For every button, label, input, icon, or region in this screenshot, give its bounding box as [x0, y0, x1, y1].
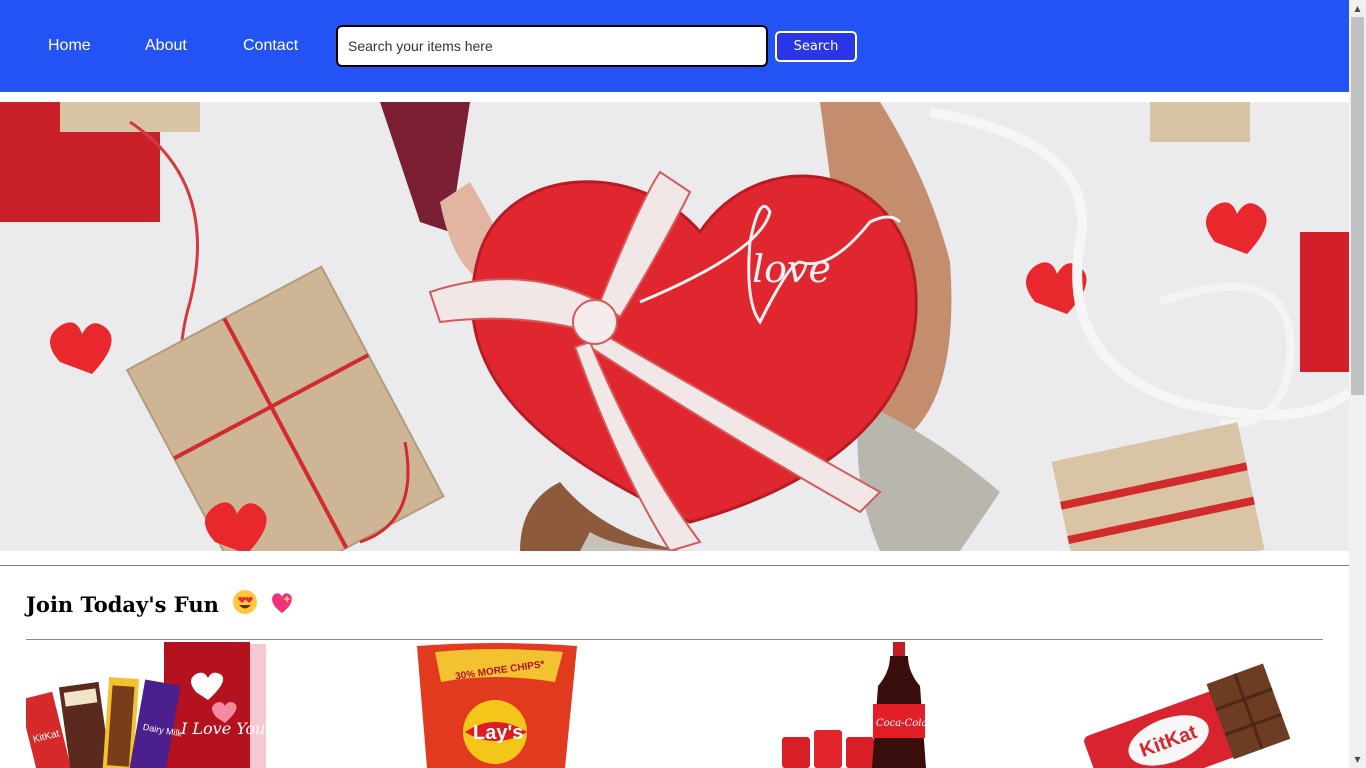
hero-love-text: love — [752, 247, 831, 291]
scrollbar-thumb[interactable] — [1351, 17, 1364, 395]
coca-cola-label: Coca-Cola — [876, 718, 927, 729]
coca-cola-image: Coca-Cola — [782, 642, 927, 768]
lays-chips-image: 30% MORE CHIPS* Lay's — [417, 643, 577, 768]
vertical-scrollbar[interactable]: ▲ ▼ — [1349, 0, 1366, 768]
search-button[interactable]: Search — [775, 31, 857, 62]
scroll-up-arrow-icon[interactable]: ▲ — [1349, 0, 1366, 17]
heart-eyes-emoji-icon — [232, 589, 258, 620]
product-chocolate-gift-pack[interactable]: I Love You KitKat Dairy Milk — [26, 642, 270, 768]
product-coca-cola-pack[interactable]: Coca-Cola — [780, 642, 930, 768]
search-input[interactable] — [336, 25, 768, 67]
section-rule — [26, 639, 1323, 640]
hero-image: love — [0, 102, 1349, 551]
chocolate-gift-pack-image: I Love You KitKat Dairy Milk — [26, 642, 266, 768]
product-kitkat-bar[interactable]: KitKat — [1075, 642, 1290, 768]
navbar: Home About Contact Search — [0, 0, 1349, 92]
nav-link-home[interactable]: Home — [48, 37, 91, 55]
section-divider — [0, 565, 1349, 566]
section-title-text: Join Today's Fun — [26, 592, 219, 617]
gift-pack-label: I Love You — [180, 719, 265, 738]
lays-logo-text: Lay's — [473, 722, 523, 744]
nav-link-contact[interactable]: Contact — [243, 37, 298, 55]
section-title: Join Today's Fun — [26, 589, 295, 620]
sparkling-heart-emoji-icon — [269, 589, 295, 620]
kitkat-image: KitKat — [1084, 663, 1290, 768]
scroll-down-arrow-icon[interactable]: ▼ — [1349, 751, 1366, 768]
product-lays-chips[interactable]: 30% MORE CHIPS* Lay's — [415, 642, 580, 768]
nav-link-about[interactable]: About — [145, 37, 187, 55]
hero-banner: love — [0, 102, 1349, 551]
